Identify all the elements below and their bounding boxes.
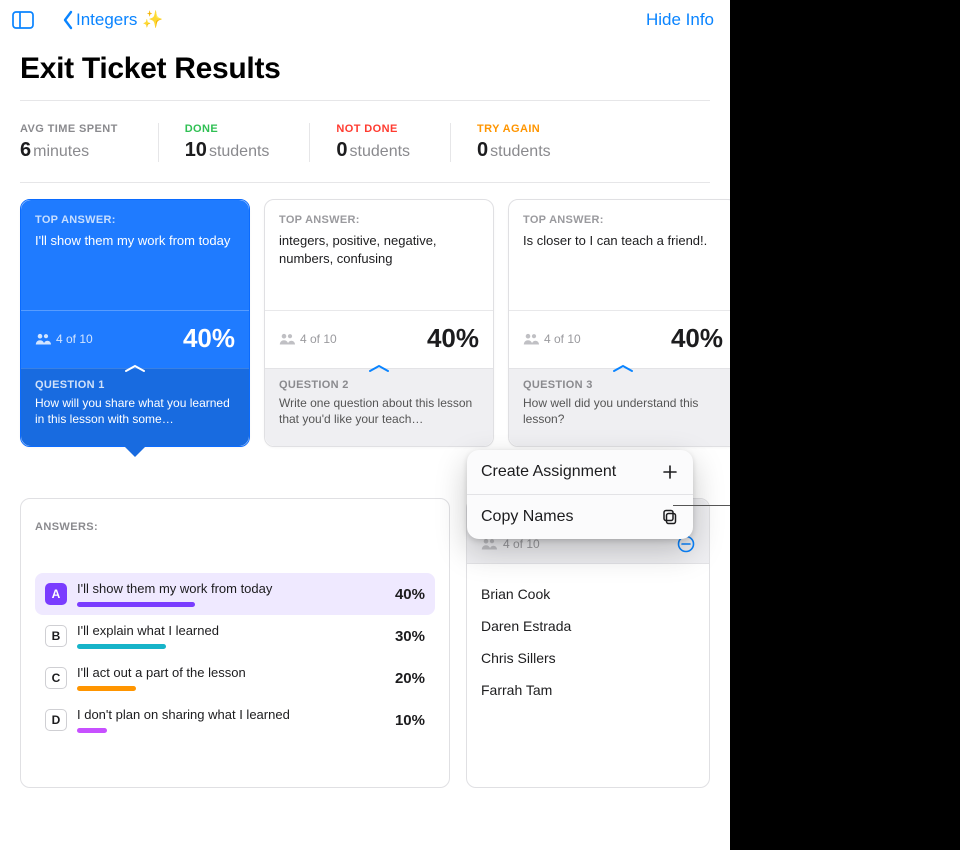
- answer-bar: [77, 686, 136, 691]
- top-answer-label: TOP ANSWER:: [35, 214, 235, 226]
- response-count: 4 of 10: [279, 332, 337, 346]
- question-card-1[interactable]: TOP ANSWER: I'll show them my work from …: [20, 199, 250, 447]
- menu-label: Copy Names: [481, 508, 573, 526]
- answer-text: I'll act out a part of the lesson: [77, 665, 373, 680]
- stat-avg-time: AVG TIME SPENT 6minutes: [20, 123, 159, 162]
- answer-row-a[interactable]: A I'll show them my work from today 40%: [35, 573, 435, 615]
- top-answer-label: TOP ANSWER:: [279, 214, 479, 226]
- answer-pct: 30%: [383, 628, 425, 645]
- answer-text: I'll show them my work from today: [77, 581, 373, 596]
- stat-try-again: TRY AGAIN 0students: [477, 123, 591, 162]
- students-panel: STUDENTS: 4 of 10 Brian CookDar: [466, 498, 710, 788]
- stat-done: DONE 10students: [185, 123, 311, 162]
- answer-text: I'll explain what I learned: [77, 623, 373, 638]
- top-answer-text: Is closer to I can teach a friend!.: [523, 232, 723, 250]
- copy-icon: [661, 508, 679, 526]
- answer-row-b[interactable]: B I'll explain what I learned 30%: [35, 615, 435, 657]
- active-pointer: [123, 445, 147, 457]
- question-text: How will you share what you learned in t…: [35, 395, 235, 427]
- callout-line: [673, 505, 730, 507]
- stat-label: DONE: [185, 123, 270, 135]
- response-pct: 40%: [671, 323, 723, 354]
- menu-copy-names[interactable]: Copy Names: [467, 494, 693, 539]
- response-count: 4 of 10: [35, 332, 93, 346]
- question-number: QUESTION 2: [279, 379, 479, 391]
- chevron-left-icon: [62, 10, 74, 30]
- student-row[interactable]: Daren Estrada: [481, 610, 695, 642]
- people-icon: [481, 538, 497, 550]
- answer-pct: 20%: [383, 670, 425, 687]
- back-label: Integers ✨: [76, 10, 163, 30]
- answer-bar: [77, 644, 166, 649]
- question-card-2[interactable]: TOP ANSWER: integers, positive, negative…: [264, 199, 494, 447]
- page-title: Exit Ticket Results: [0, 34, 730, 100]
- response-pct: 40%: [183, 323, 235, 354]
- hide-info-button[interactable]: Hide Info: [646, 10, 714, 30]
- menu-label: Create Assignment: [481, 463, 616, 481]
- menu-create-assignment[interactable]: Create Assignment: [467, 450, 693, 494]
- answers-panel: ANSWERS: A I'll show them my work from t…: [20, 498, 450, 788]
- answer-bar: [77, 602, 195, 607]
- plus-icon: [661, 463, 679, 481]
- answer-row-d[interactable]: D I don't plan on sharing what I learned…: [35, 699, 435, 741]
- response-pct: 40%: [427, 323, 479, 354]
- question-number: QUESTION 1: [35, 379, 235, 391]
- top-answer-text: I'll show them my work from today: [35, 232, 235, 250]
- answer-letter: A: [45, 583, 67, 605]
- sidebar-toggle-icon[interactable]: [12, 11, 34, 29]
- top-answer-label: TOP ANSWER:: [523, 214, 723, 226]
- response-count: 4 of 10: [523, 332, 581, 346]
- question-text: How well did you understand this lesson?: [523, 395, 723, 427]
- top-answer-text: integers, positive, negative, numbers, c…: [279, 232, 479, 267]
- students-count: 4 of 10: [503, 537, 540, 551]
- question-cards: TOP ANSWER: I'll show them my work from …: [0, 183, 730, 447]
- answer-row-c[interactable]: C I'll act out a part of the lesson 20%: [35, 657, 435, 699]
- answer-text: I don't plan on sharing what I learned: [77, 707, 373, 722]
- stat-label: AVG TIME SPENT: [20, 123, 118, 135]
- student-row[interactable]: Chris Sillers: [481, 642, 695, 674]
- answer-letter: B: [45, 625, 67, 647]
- answer-pct: 40%: [383, 586, 425, 603]
- stat-label: TRY AGAIN: [477, 123, 551, 135]
- question-card-3[interactable]: TOP ANSWER: Is closer to I can teach a f…: [508, 199, 730, 447]
- answer-pct: 10%: [383, 712, 425, 729]
- student-row[interactable]: Farrah Tam: [481, 674, 695, 706]
- stat-label: NOT DONE: [336, 123, 410, 135]
- stats-row: AVG TIME SPENT 6minutes DONE 10students …: [0, 101, 730, 182]
- answer-bar: [77, 728, 107, 733]
- context-menu: Create Assignment Copy Names: [467, 450, 693, 539]
- answers-heading: ANSWERS:: [35, 521, 435, 533]
- question-number: QUESTION 3: [523, 379, 723, 391]
- back-button[interactable]: Integers ✨: [62, 10, 163, 30]
- student-row[interactable]: Brian Cook: [481, 578, 695, 610]
- answer-letter: C: [45, 667, 67, 689]
- answer-letter: D: [45, 709, 67, 731]
- question-text: Write one question about this lesson tha…: [279, 395, 479, 427]
- stat-not-done: NOT DONE 0students: [336, 123, 451, 162]
